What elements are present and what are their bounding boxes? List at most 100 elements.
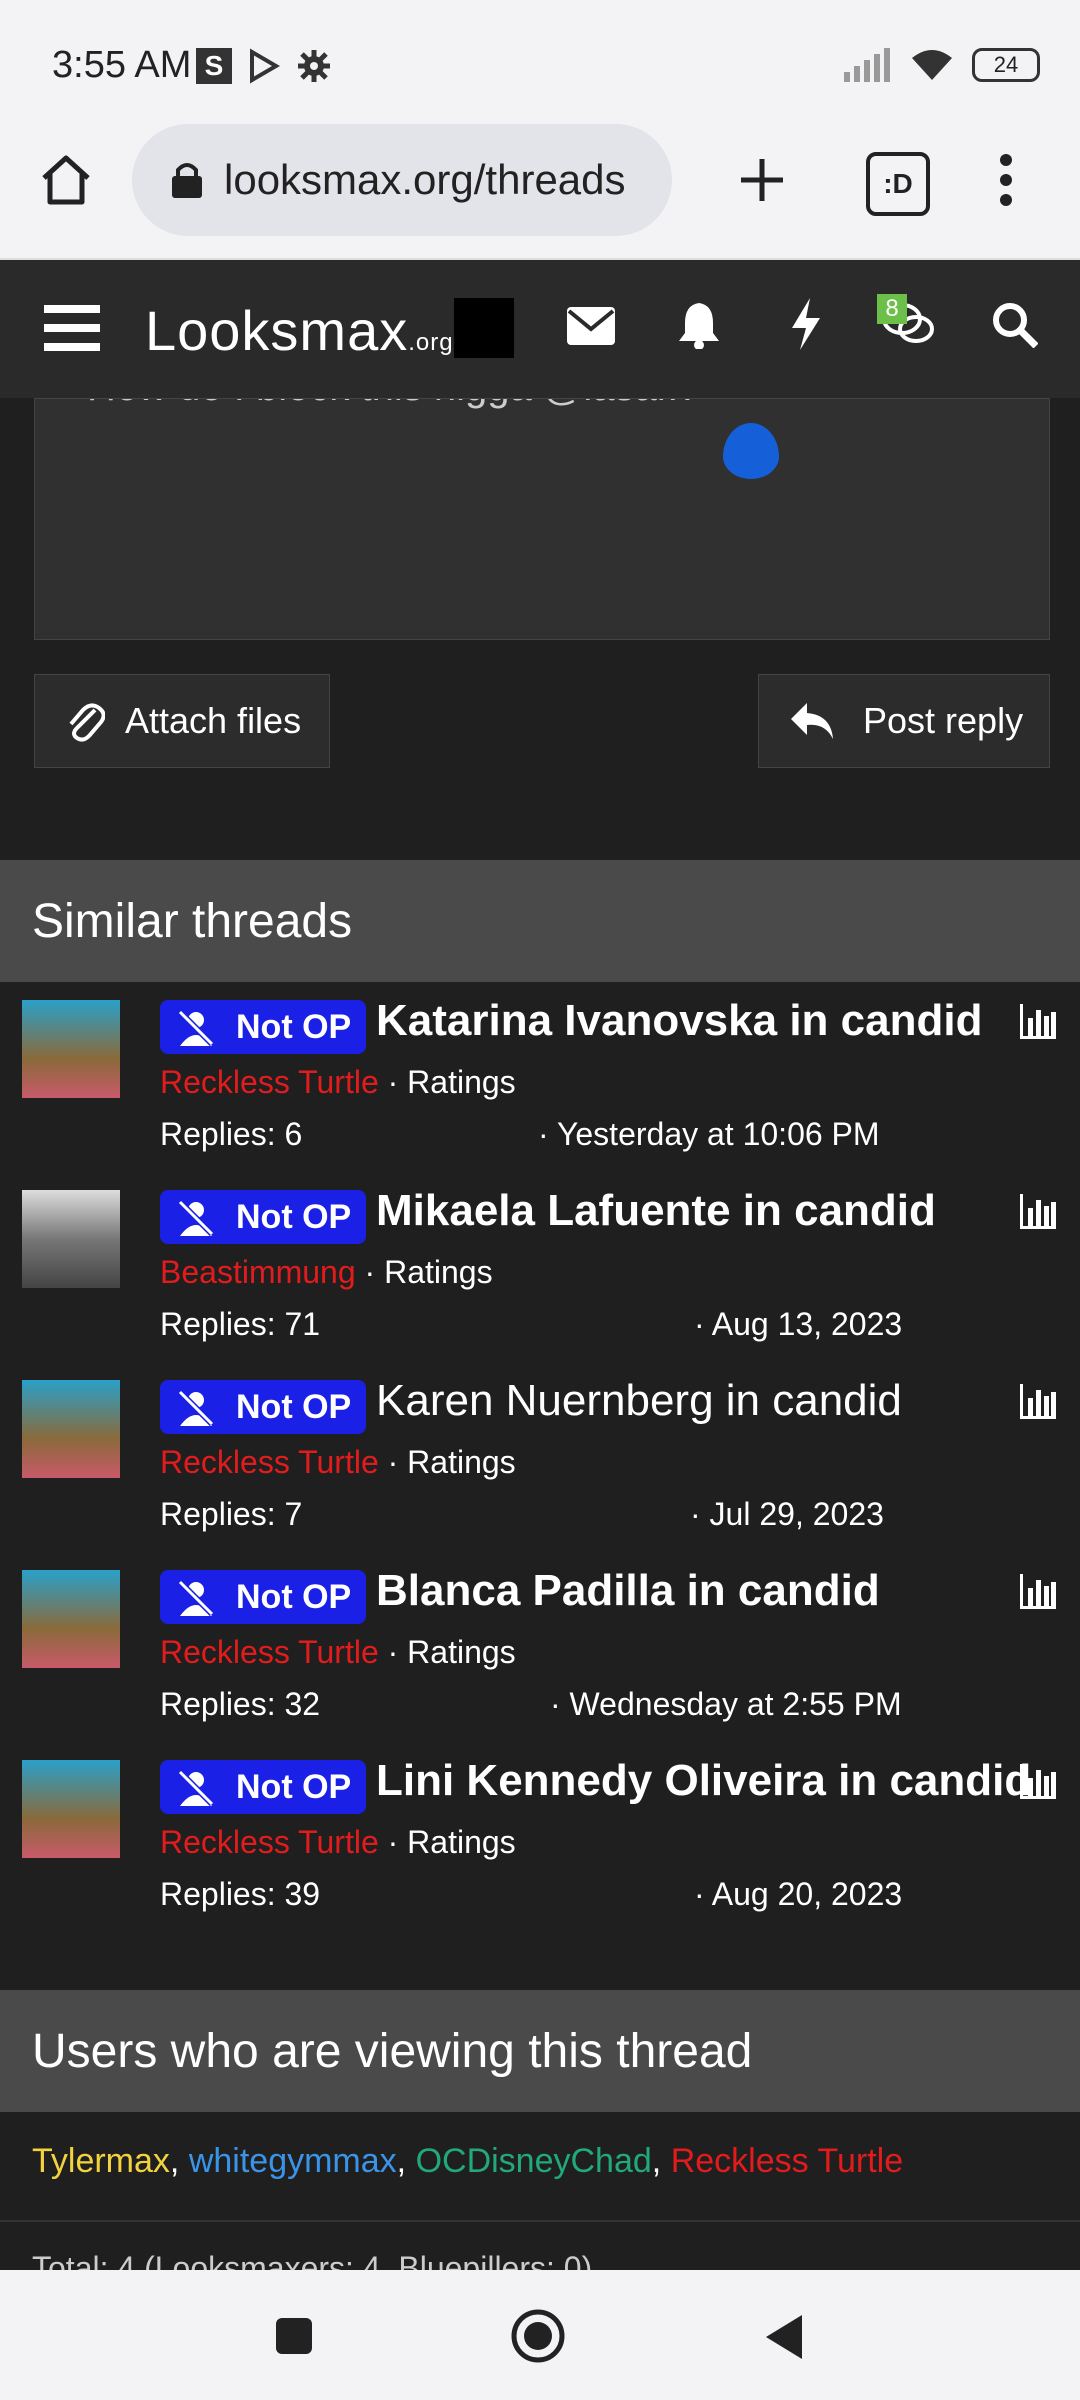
system-nav-bar	[0, 2270, 1080, 2400]
envelope-icon[interactable]	[566, 304, 616, 348]
avatar[interactable]	[22, 1570, 120, 1668]
thread-author[interactable]: Reckless Turtle	[160, 1444, 379, 1480]
thread-date: · Aug 13, 2023	[694, 1306, 903, 1342]
not-op-label: Not OP	[236, 1007, 352, 1046]
thread-forum[interactable]: Ratings	[407, 1824, 516, 1860]
signal-icon	[844, 48, 890, 82]
text-cursor-handle[interactable]	[723, 423, 779, 479]
attach-files-label: Attach files	[125, 700, 302, 741]
reply-editor[interactable]: How do I block this nigga @lasarx	[34, 398, 1050, 640]
site-header: Looksmax.org 8	[0, 260, 1080, 398]
wifi-icon	[912, 50, 952, 80]
stats-icon[interactable]	[1018, 1380, 1058, 1420]
lightning-icon[interactable]	[786, 296, 826, 352]
no-user-icon	[177, 1769, 215, 1807]
viewer-user[interactable]: Tylermax	[32, 2142, 170, 2180]
status-left-icons: S	[196, 48, 332, 84]
thread-title[interactable]: Lini Kennedy Oliveira in candid	[376, 1756, 1031, 1806]
thread-item[interactable]: Not OP Mikaela Lafuente in candid Beasti…	[0, 1180, 1080, 1370]
thread-author[interactable]: Reckless Turtle	[160, 1064, 379, 1100]
recents-button[interactable]	[272, 2314, 316, 2358]
no-user-icon	[177, 1389, 215, 1427]
thread-title[interactable]: Blanca Padilla in candid	[376, 1566, 880, 1616]
post-reply-label: Post reply	[863, 700, 1024, 741]
logo-text: Looksmax	[145, 299, 409, 362]
search-icon[interactable]	[990, 298, 1040, 352]
url-text: looksmax.org/threads	[224, 156, 626, 203]
home-icon[interactable]	[36, 150, 96, 210]
thread-forum[interactable]: Ratings	[407, 1634, 516, 1670]
chat-badge: 8	[877, 294, 907, 324]
thread-date: · Wednesday at 2:55 PM	[550, 1686, 902, 1722]
thread-forum[interactable]: Ratings	[407, 1064, 516, 1100]
address-bar[interactable]: looksmax.org/threads	[132, 124, 672, 236]
attach-files-button[interactable]: Attach files	[34, 674, 330, 768]
tab-switcher-button[interactable]: :D	[866, 152, 930, 216]
thread-forum[interactable]: Ratings	[384, 1254, 493, 1290]
thread-item[interactable]: Not OP Karen Nuernberg in candid Reckles…	[0, 1370, 1080, 1560]
home-button[interactable]	[508, 2306, 568, 2366]
lock-icon	[172, 163, 202, 198]
editor-text: How do I block this nigga @lasarx	[87, 399, 690, 410]
site-logo[interactable]: Looksmax.org	[145, 298, 454, 363]
not-op-label: Not OP	[236, 1197, 352, 1236]
thread-author[interactable]: Reckless Turtle	[160, 1634, 379, 1670]
thread-meta: Reckless Turtle · Ratings	[160, 1634, 516, 1670]
back-button[interactable]	[760, 2312, 808, 2362]
similar-threads-header: Similar threads	[0, 860, 1080, 982]
not-op-badge: Not OP	[160, 1380, 366, 1434]
thread-forum[interactable]: Ratings	[407, 1444, 516, 1480]
status-time: 3:55 AM	[52, 44, 192, 86]
post-reply-button[interactable]: Post reply	[758, 674, 1050, 768]
thread-meta: Reckless Turtle · Ratings	[160, 1824, 516, 1860]
reply-icon	[791, 703, 833, 739]
new-tab-icon[interactable]	[730, 148, 794, 212]
thread-meta: Reckless Turtle · Ratings	[160, 1444, 516, 1480]
thread-replies: Replies: 7	[160, 1496, 303, 1532]
user-avatar[interactable]	[454, 298, 514, 358]
thread-item[interactable]: Not OP Blanca Padilla in candid Reckless…	[0, 1560, 1080, 1750]
not-op-badge: Not OP	[160, 1000, 366, 1054]
menu-icon[interactable]	[40, 298, 104, 358]
no-user-icon	[177, 1579, 215, 1617]
status-right-icons: 24	[842, 48, 1040, 82]
avatar[interactable]	[22, 1380, 120, 1478]
viewers-list: Tylermax, whitegymmax, OCDisneyChad, Rec…	[32, 2142, 904, 2180]
not-op-label: Not OP	[236, 1577, 352, 1616]
avatar[interactable]	[22, 1190, 120, 1288]
stats-icon[interactable]	[1018, 1760, 1058, 1800]
not-op-badge: Not OP	[160, 1190, 366, 1244]
avatar[interactable]	[22, 1760, 120, 1858]
avatar[interactable]	[22, 1000, 120, 1098]
play-icon	[250, 48, 280, 84]
viewer-user[interactable]: OCDisneyChad	[416, 2142, 652, 2180]
divider	[0, 2220, 1080, 2222]
thread-item[interactable]: Not OP Lini Kennedy Oliveira in candid R…	[0, 1750, 1080, 1940]
battery-icon: 24	[972, 48, 1040, 82]
thread-replies: Replies: 39	[160, 1876, 321, 1912]
s-app-icon: S	[196, 48, 232, 84]
thread-title[interactable]: Mikaela Lafuente in candid	[376, 1186, 936, 1236]
viewer-user[interactable]: whitegymmax	[189, 2142, 397, 2180]
not-op-label: Not OP	[236, 1387, 352, 1426]
thread-item[interactable]: Not OP Katarina Ivanovska in candid Reck…	[0, 990, 1080, 1180]
not-op-label: Not OP	[236, 1767, 352, 1806]
thread-replies: Replies: 71	[160, 1306, 321, 1342]
stats-icon[interactable]	[1018, 1190, 1058, 1230]
bell-icon[interactable]	[674, 298, 724, 352]
thread-author[interactable]: Reckless Turtle	[160, 1824, 379, 1860]
stats-icon[interactable]	[1018, 1570, 1058, 1610]
similar-threads-title: Similar threads	[32, 894, 353, 948]
not-op-badge: Not OP	[160, 1760, 366, 1814]
viewers-title: Users who are viewing this thread	[32, 2024, 753, 2078]
more-menu-icon[interactable]	[986, 148, 1026, 212]
thread-title[interactable]: Karen Nuernberg in candid	[376, 1376, 902, 1426]
thread-replies: Replies: 32	[160, 1686, 321, 1722]
viewer-user[interactable]: Reckless Turtle	[671, 2142, 903, 2180]
viewers-header: Users who are viewing this thread	[0, 1990, 1080, 2112]
thread-author[interactable]: Beastimmung	[160, 1254, 356, 1290]
paperclip-icon	[69, 703, 105, 742]
stats-icon[interactable]	[1018, 1000, 1058, 1040]
thread-title[interactable]: Katarina Ivanovska in candid	[376, 996, 982, 1046]
not-op-badge: Not OP	[160, 1570, 366, 1624]
